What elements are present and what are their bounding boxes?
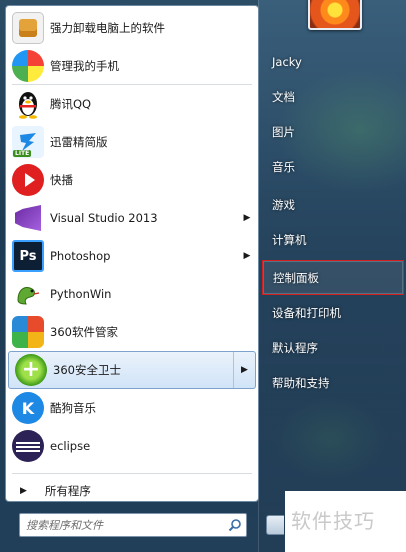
watermark-box: 软件技巧 — [285, 491, 406, 552]
program-label: 360软件管家 — [50, 325, 118, 339]
qq-penguin-icon — [12, 88, 44, 120]
place-documents[interactable]: 文档 — [262, 79, 404, 114]
place-computer[interactable]: 计算机 — [262, 222, 404, 257]
search-area — [5, 505, 259, 545]
program-label: 腾讯QQ — [50, 97, 92, 111]
kuaibo-play-icon — [12, 164, 44, 196]
program-item-kugou[interactable]: K 酷狗音乐 — [6, 389, 258, 427]
place-pictures[interactable]: 图片 — [262, 114, 404, 149]
places-list: Jacky 文档 图片 音乐 游戏 计算机 控制面板 设备和打印机 默认程序 帮… — [262, 44, 404, 400]
place-label: 游戏 — [272, 197, 295, 212]
place-label: 默认程序 — [272, 340, 318, 355]
program-label: 迅雷精简版 — [50, 135, 108, 149]
submenu-arrow-icon[interactable]: ▶ — [233, 352, 255, 388]
place-label: 设备和打印机 — [272, 305, 341, 320]
place-label: 图片 — [272, 124, 295, 139]
place-default-programs[interactable]: 默认程序 — [262, 330, 404, 365]
kugou-music-icon: K — [12, 392, 44, 424]
place-games[interactable]: 游戏 — [262, 187, 404, 222]
program-item-thunder[interactable]: LITE 迅雷精简版 — [6, 123, 258, 161]
place-label: Jacky — [272, 54, 302, 69]
place-help-support[interactable]: 帮助和支持 — [262, 365, 404, 400]
phone-manager-icon — [12, 50, 44, 82]
program-label: 快播 — [50, 173, 73, 187]
submenu-arrow-icon[interactable]: ▶ — [236, 238, 258, 274]
place-label: 计算机 — [272, 232, 307, 247]
all-programs-label: 所有程序 — [44, 484, 91, 498]
program-label: PythonWin — [50, 287, 112, 301]
program-label: eclipse — [50, 439, 91, 453]
shutdown-button[interactable] — [266, 515, 284, 535]
program-item-360-safeguard[interactable]: + 360安全卫士 ▶ — [8, 351, 256, 389]
place-control-panel[interactable]: 控制面板 — [262, 260, 404, 295]
photoshop-icon: Ps — [12, 240, 44, 272]
place-music[interactable]: 音乐 — [262, 149, 404, 184]
search-input[interactable] — [20, 514, 224, 536]
program-label: 强力卸载电脑上的软件 — [50, 21, 165, 35]
visual-studio-icon — [12, 202, 44, 234]
place-label: 帮助和支持 — [272, 375, 330, 390]
program-item-visual-studio[interactable]: Visual Studio 2013 ▶ — [6, 199, 258, 237]
360-software-manager-icon — [12, 316, 44, 348]
watermark-text: 软件技巧 — [291, 509, 375, 533]
submenu-arrow-icon[interactable]: ▶ — [236, 200, 258, 236]
search-icon[interactable] — [224, 518, 246, 532]
expand-arrow-icon: ▶ — [20, 486, 27, 496]
program-label: Photoshop — [50, 249, 111, 263]
place-label: 控制面板 — [273, 270, 319, 285]
program-item-uninstaller[interactable]: 强力卸载电脑上的软件 — [6, 9, 258, 47]
program-item-kuaibo[interactable]: 快播 — [6, 161, 258, 199]
uninstall-icon — [12, 12, 44, 44]
program-item-photoshop[interactable]: Ps Photoshop ▶ — [6, 237, 258, 275]
program-label: Visual Studio 2013 — [50, 211, 158, 225]
program-label: 酷狗音乐 — [50, 401, 96, 415]
python-icon — [12, 278, 44, 310]
program-item-360-software-manager[interactable]: 360软件管家 — [6, 313, 258, 351]
program-item-pythonwin[interactable]: PythonWin — [6, 275, 258, 313]
pinned-programs-list: 强力卸载电脑上的软件 管理我的手机 腾讯QQ LITE 迅雷精简版 快播 Vis… — [6, 9, 258, 465]
360-safeguard-icon: + — [15, 354, 47, 386]
program-label: 360安全卫士 — [53, 363, 121, 377]
program-item-phone-manager[interactable]: 管理我的手机 — [6, 47, 258, 85]
thunder-lite-icon: LITE — [12, 126, 44, 158]
program-item-qq[interactable]: 腾讯QQ — [6, 85, 258, 123]
user-picture[interactable] — [308, 0, 362, 30]
eclipse-icon — [12, 430, 44, 462]
place-label: 文档 — [272, 89, 295, 104]
place-devices-printers[interactable]: 设备和打印机 — [262, 295, 404, 330]
program-item-eclipse[interactable]: eclipse — [6, 427, 258, 465]
place-label: 音乐 — [272, 159, 295, 174]
start-menu-programs-pane: 强力卸载电脑上的软件 管理我的手机 腾讯QQ LITE 迅雷精简版 快播 Vis… — [5, 5, 259, 502]
place-user-folder[interactable]: Jacky — [262, 44, 404, 79]
all-programs-button[interactable]: ▶ 所有程序 — [6, 473, 258, 509]
search-box[interactable] — [19, 513, 247, 537]
program-label: 管理我的手机 — [50, 59, 119, 73]
